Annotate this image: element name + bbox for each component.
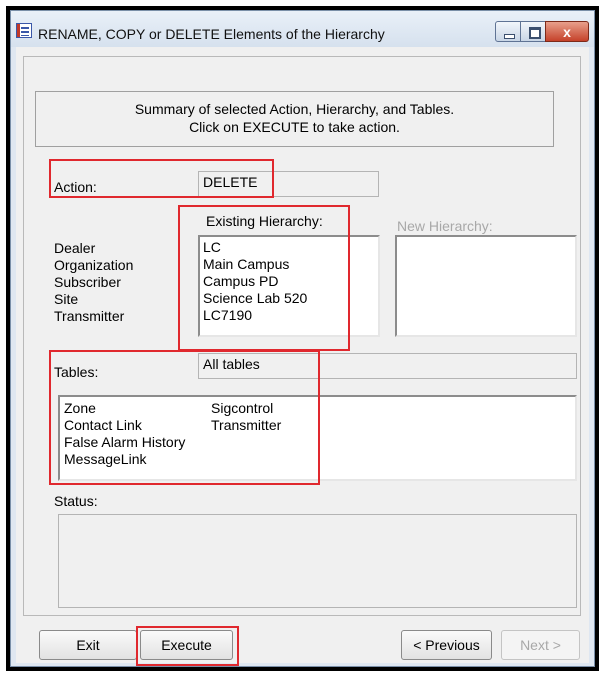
close-icon: x (563, 24, 571, 40)
level-label-transmitter: Transmitter (54, 308, 125, 324)
table-item: Contact Link (64, 417, 142, 433)
existing-dealer: LC (203, 239, 221, 255)
screenshot-frame: RENAME, COPY or DELETE Elements of the H… (6, 6, 599, 671)
close-button[interactable]: x (545, 21, 589, 42)
level-label-subscriber: Subscriber (54, 274, 121, 290)
minimize-button[interactable] (495, 21, 521, 42)
new-hierarchy-list[interactable] (395, 235, 577, 337)
existing-hierarchy-list[interactable]: LC Main Campus Campus PD Science Lab 520… (198, 235, 380, 337)
dialog-client-area: Summary of selected Action, Hierarchy, a… (16, 47, 589, 666)
status-box (58, 514, 577, 608)
tables-list[interactable]: Zone Contact Link False Alarm History Me… (58, 395, 577, 481)
minimize-icon (504, 34, 515, 39)
execute-button[interactable]: Execute (140, 630, 233, 660)
window-controls: x (495, 21, 591, 43)
summary-line-2: Click on EXECUTE to take action. (189, 119, 400, 135)
dialog-window: RENAME, COPY or DELETE Elements of the H… (10, 10, 595, 667)
table-item: Transmitter (211, 417, 282, 433)
summary-line-1: Summary of selected Action, Hierarchy, a… (134, 101, 455, 117)
new-hierarchy-header: New Hierarchy: (397, 218, 493, 234)
action-label: Action: (54, 179, 97, 195)
table-item: Sigcontrol (211, 400, 274, 416)
exit-button[interactable]: Exit (39, 630, 137, 660)
maximize-button[interactable] (520, 21, 546, 42)
level-label-dealer: Dealer (54, 240, 96, 256)
table-item: MessageLink (64, 451, 147, 467)
existing-site: Science Lab 520 (203, 290, 308, 306)
app-icon (16, 23, 32, 38)
status-label: Status: (54, 493, 98, 509)
level-label-organization: Organization (54, 257, 134, 273)
previous-button[interactable]: < Previous (401, 630, 492, 660)
existing-hierarchy-header: Existing Hierarchy: (206, 213, 323, 229)
tables-column-1: Zone Contact Link False Alarm History Me… (64, 400, 185, 468)
tables-label: Tables: (54, 364, 99, 380)
summary-box: Summary of selected Action, Hierarchy, a… (35, 91, 554, 147)
table-item: Zone (64, 400, 96, 416)
existing-transmitter: LC7190 (203, 307, 253, 323)
existing-subscriber: Campus PD (203, 273, 279, 289)
table-item: False Alarm History (64, 434, 186, 450)
hierarchy-level-labels: Dealer Organization Subscriber Site Tran… (54, 240, 133, 325)
title-bar[interactable]: RENAME, COPY or DELETE Elements of the H… (11, 11, 594, 47)
level-label-site: Site (54, 291, 79, 307)
next-button[interactable]: Next > (501, 630, 580, 660)
tables-value-field: All tables (198, 353, 577, 379)
tables-column-2: Sigcontrol Transmitter (211, 400, 281, 434)
action-value-field: DELETE (198, 171, 379, 197)
window-title: RENAME, COPY or DELETE Elements of the H… (38, 26, 385, 42)
existing-organization: Main Campus (203, 256, 290, 272)
maximize-icon (529, 27, 541, 39)
